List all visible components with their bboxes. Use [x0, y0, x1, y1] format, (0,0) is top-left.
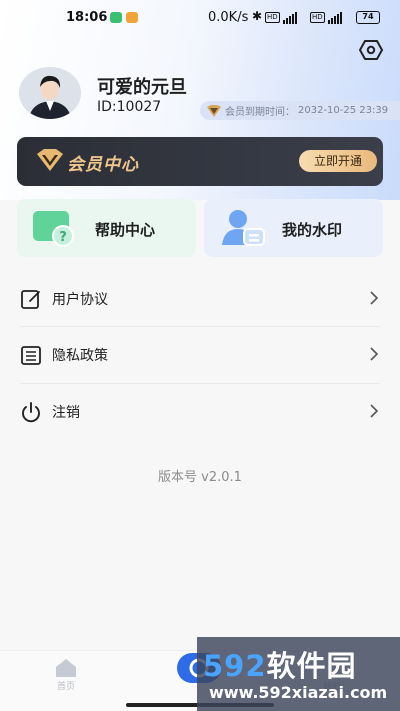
battery-icon: 74 — [356, 11, 380, 24]
watermark-number: 592 — [203, 649, 267, 683]
vip-center-title: 会员中心 — [67, 155, 139, 175]
bluetooth-icon: ✱ — [252, 9, 263, 23]
help-icon: ? — [33, 211, 74, 247]
help-center-card[interactable]: ? 帮助中心 — [17, 199, 196, 257]
user-watermark-icon — [222, 210, 265, 246]
menu-item-logout[interactable]: 注销 — [0, 383, 400, 439]
edit-document-icon — [21, 290, 40, 309]
signal-icon — [283, 12, 297, 24]
activate-now-button[interactable]: 立即开通 — [299, 150, 377, 172]
list-document-icon — [21, 346, 41, 365]
svg-text:?: ? — [59, 230, 67, 245]
vip-diamond-icon — [37, 149, 63, 171]
menu-item-user-agreement[interactable]: 用户协议 — [0, 270, 400, 326]
my-watermark-label: 我的水印 — [282, 221, 343, 239]
sim-tag-hd: HD — [310, 12, 325, 23]
menu-label: 注销 — [52, 405, 80, 421]
settings-icon[interactable] — [358, 37, 384, 63]
sim-tag-hd: HD — [265, 12, 280, 23]
expiry-date: 2032-10-25 23:39 — [298, 105, 389, 116]
power-icon — [22, 402, 40, 423]
membership-expiry-badge: 会员到期时间： 2032-10-25 23:39 — [200, 101, 400, 120]
avatar[interactable] — [19, 67, 81, 119]
home-icon — [56, 659, 76, 677]
watermark-brand: 软件园 — [266, 649, 357, 683]
notification-app-icon — [126, 12, 138, 23]
menu-item-privacy-policy[interactable]: 隐私政策 — [0, 326, 400, 382]
expiry-label: 会员到期时间： — [225, 107, 295, 118]
user-name: 可爱的元旦 — [97, 77, 187, 98]
help-center-label: 帮助中心 — [95, 221, 156, 239]
version-text: 版本号 v2.0.1 — [158, 470, 242, 485]
status-bar: 18:06 0.0K/s ✱ HD HD 74 — [0, 0, 400, 36]
chevron-right-icon — [370, 347, 379, 361]
user-id: ID:10027 — [97, 99, 162, 115]
chevron-right-icon — [370, 404, 379, 418]
tab-home[interactable]: 首页 — [26, 651, 106, 711]
status-time: 18:06 — [66, 10, 108, 25]
watermark-url: www.592xiazai.com — [209, 683, 388, 702]
my-watermark-card[interactable]: 我的水印 — [204, 199, 383, 257]
network-speed: 0.0K/s — [208, 10, 249, 25]
chevron-right-icon — [370, 291, 379, 305]
signal-icon — [328, 12, 342, 24]
menu-label: 隐私政策 — [52, 348, 108, 364]
tab-home-label: 首页 — [56, 682, 75, 692]
vip-center-banner[interactable]: 会员中心 立即开通 — [17, 137, 383, 186]
menu-label: 用户协议 — [52, 292, 108, 308]
site-watermark-logo: 592软件园 www.592xiazai.com — [197, 637, 400, 711]
vip-diamond-icon — [207, 104, 221, 117]
notification-app-icon — [110, 12, 122, 23]
